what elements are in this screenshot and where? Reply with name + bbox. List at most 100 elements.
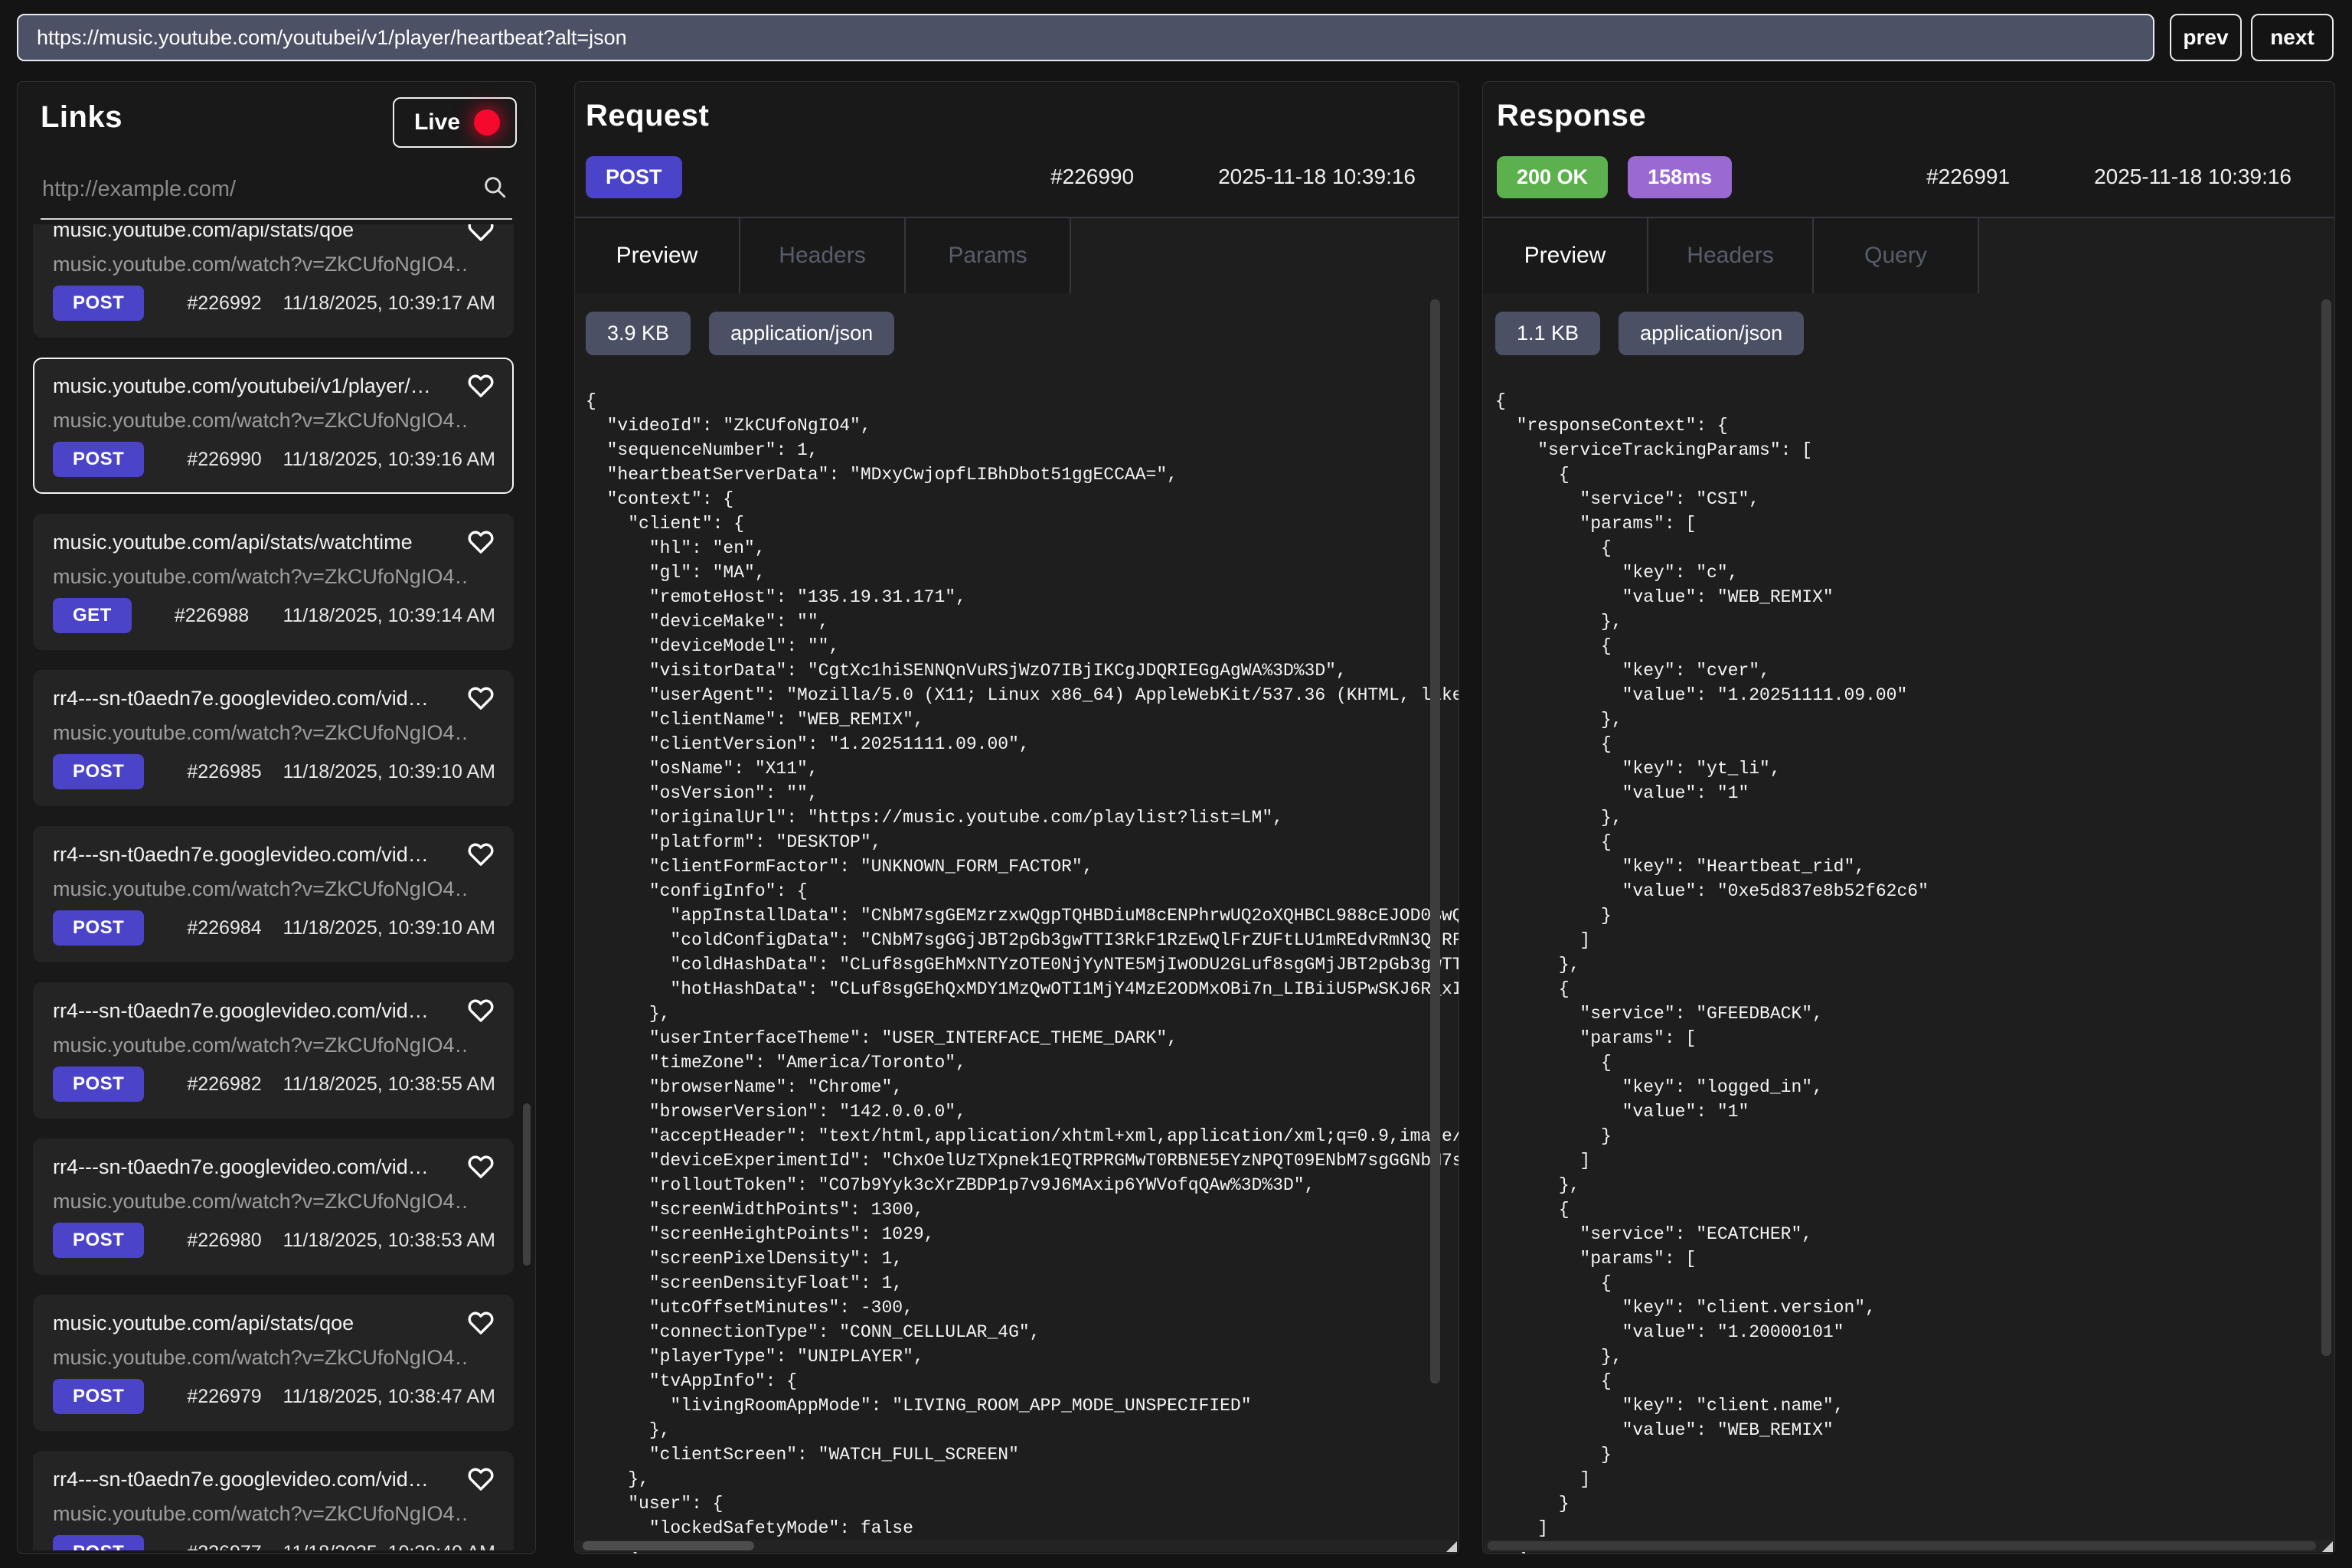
tab-preview[interactable]: Preview	[575, 218, 740, 295]
request-id: #226990	[1050, 165, 1134, 189]
method-badge: POST	[53, 910, 144, 946]
link-meta-row: GET #226988 11/18/2025, 10:39:14 AM	[53, 598, 500, 633]
link-card[interactable]: rr4---sn-t0aedn7e.googlevideo.com/vid… m…	[33, 1451, 514, 1550]
heart-icon[interactable]	[466, 373, 495, 399]
heart-icon[interactable]	[466, 841, 495, 867]
link-title: rr4---sn-t0aedn7e.googlevideo.com/vid…	[53, 843, 451, 867]
response-vertical-scrollbar-thumb[interactable]	[2321, 299, 2331, 1356]
method-badge: GET	[53, 598, 132, 633]
request-tabs: PreviewHeadersParams	[575, 217, 1459, 295]
response-size-badge: 1.1 KB	[1495, 312, 1600, 355]
link-search-input[interactable]	[41, 169, 445, 209]
link-card[interactable]: rr4---sn-t0aedn7e.googlevideo.com/vid… m…	[33, 826, 514, 962]
link-id: #226990	[187, 449, 261, 471]
response-content-type-badge: application/json	[1619, 312, 1804, 355]
request-vertical-scrollbar-thumb[interactable]	[1430, 299, 1440, 1383]
resize-grip-icon	[2322, 1541, 2333, 1552]
method-badge: POST	[53, 1067, 144, 1102]
request-horizontal-scrollbar[interactable]	[577, 1540, 1457, 1552]
link-card[interactable]: music.youtube.com/api/stats/qoe music.yo…	[33, 224, 514, 338]
tab-headers[interactable]: Headers	[740, 218, 906, 295]
link-timestamp: 11/18/2025, 10:38:47 AM	[283, 1386, 495, 1408]
link-card[interactable]: music.youtube.com/api/stats/qoe music.yo…	[33, 1295, 514, 1431]
link-id: #226977	[187, 1542, 261, 1551]
link-subtitle: music.youtube.com/watch?v=ZkCUfoNgIO4…	[53, 1346, 466, 1370]
link-timestamp: 11/18/2025, 10:39:10 AM	[283, 917, 495, 939]
heart-icon[interactable]	[466, 1466, 495, 1492]
link-subtitle: music.youtube.com/watch?v=ZkCUfoNgIO4…	[53, 1502, 466, 1526]
link-meta-row: POST #226985 11/18/2025, 10:39:10 AM	[53, 754, 500, 789]
method-badge: POST	[53, 1223, 144, 1258]
link-timestamp: 11/18/2025, 10:38:40 AM	[283, 1542, 495, 1551]
link-subtitle: music.youtube.com/watch?v=ZkCUfoNgIO4…	[53, 1190, 466, 1214]
response-preview-content: 1.1 KB application/json { "responseConte…	[1483, 293, 2334, 1553]
response-meta-badges: 1.1 KB application/json	[1495, 312, 2334, 355]
link-title: music.youtube.com/api/stats/qoe	[53, 1312, 451, 1335]
heart-icon[interactable]	[466, 998, 495, 1024]
links-panel-title: Links	[41, 100, 122, 135]
heart-icon[interactable]	[466, 1154, 495, 1180]
link-id: #226979	[187, 1386, 261, 1408]
method-badge: POST	[53, 286, 144, 321]
request-panel: Request POST #226990 2025-11-18 10:39:16…	[574, 81, 1459, 1554]
url-input[interactable]	[17, 14, 2154, 61]
link-id: #226984	[187, 917, 261, 939]
response-horizontal-scrollbar-thumb[interactable]	[1488, 1541, 2316, 1550]
link-search-row	[41, 162, 512, 220]
tab-preview[interactable]: Preview	[1483, 218, 1648, 295]
tab-row-filler	[1979, 218, 2334, 295]
heart-icon[interactable]	[466, 224, 495, 243]
link-card[interactable]: rr4---sn-t0aedn7e.googlevideo.com/vid… m…	[33, 670, 514, 806]
method-badge: POST	[53, 1379, 144, 1414]
link-meta-row: POST #226992 11/18/2025, 10:39:17 AM	[53, 286, 500, 321]
tab-params[interactable]: Params	[906, 218, 1071, 295]
link-id: #226980	[187, 1230, 261, 1252]
method-badge: POST	[53, 1535, 144, 1550]
heart-icon[interactable]	[466, 685, 495, 711]
request-content-type-badge: application/json	[709, 312, 894, 355]
link-title: rr4---sn-t0aedn7e.googlevideo.com/vid…	[53, 1155, 451, 1179]
link-timestamp: 11/18/2025, 10:39:17 AM	[283, 292, 495, 315]
link-timestamp: 11/18/2025, 10:39:10 AM	[283, 761, 495, 783]
link-card[interactable]: rr4---sn-t0aedn7e.googlevideo.com/vid… m…	[33, 982, 514, 1119]
tab-headers[interactable]: Headers	[1648, 218, 1814, 295]
links-scrollbar-thumb[interactable]	[523, 1103, 531, 1266]
link-timestamp: 11/18/2025, 10:38:55 AM	[283, 1073, 495, 1096]
link-meta-row: POST #226990 11/18/2025, 10:39:16 AM	[53, 442, 500, 477]
link-card[interactable]: music.youtube.com/youtubei/v1/player/… m…	[33, 358, 514, 494]
link-meta-row: POST #226977 11/18/2025, 10:38:40 AM	[53, 1535, 500, 1550]
method-badge: POST	[53, 754, 144, 789]
response-id: #226991	[1926, 165, 2010, 189]
live-toggle-button[interactable]: Live	[393, 97, 517, 148]
request-timestamp: 2025-11-18 10:39:16	[1218, 165, 1416, 189]
links-panel: Links Live music.youtube.com/api/stats/q…	[17, 81, 536, 1554]
link-card[interactable]: music.youtube.com/api/stats/watchtime mu…	[33, 514, 514, 650]
response-panel-title: Response	[1497, 99, 1646, 133]
link-timestamp: 11/18/2025, 10:39:14 AM	[283, 605, 495, 627]
heart-icon[interactable]	[466, 1310, 495, 1336]
response-tabs: PreviewHeadersQuery	[1483, 217, 2334, 295]
response-status-badge: 200 OK	[1497, 156, 1608, 198]
link-title: rr4---sn-t0aedn7e.googlevideo.com/vid…	[53, 687, 451, 710]
link-meta-row: POST #226984 11/18/2025, 10:39:10 AM	[53, 910, 500, 946]
heart-icon[interactable]	[466, 529, 495, 555]
response-duration-badge: 158ms	[1628, 156, 1732, 198]
search-icon[interactable]	[482, 174, 508, 200]
response-horizontal-scrollbar[interactable]	[1485, 1540, 2333, 1552]
response-panel: Response 200 OK 158ms #226991 2025-11-18…	[1482, 81, 2335, 1554]
request-preview-content: 3.9 KB application/json { "videoId": "Zk…	[575, 293, 1459, 1553]
next-button[interactable]: next	[2251, 14, 2334, 61]
link-meta-row: POST #226979 11/18/2025, 10:38:47 AM	[53, 1379, 500, 1414]
request-horizontal-scrollbar-thumb[interactable]	[583, 1541, 754, 1550]
link-id: #226992	[187, 292, 261, 315]
link-card[interactable]: rr4---sn-t0aedn7e.googlevideo.com/vid… m…	[33, 1138, 514, 1275]
tab-query[interactable]: Query	[1814, 218, 1979, 295]
link-id: #226988	[175, 605, 249, 627]
prev-button[interactable]: prev	[2170, 14, 2242, 61]
link-title: music.youtube.com/api/stats/watchtime	[53, 531, 451, 554]
links-list: music.youtube.com/api/stats/qoe music.yo…	[33, 224, 514, 1550]
link-title: music.youtube.com/youtubei/v1/player/…	[53, 374, 451, 398]
link-meta-row: POST #226982 11/18/2025, 10:38:55 AM	[53, 1067, 500, 1102]
link-title: rr4---sn-t0aedn7e.googlevideo.com/vid…	[53, 1468, 451, 1491]
request-method-badge: POST	[586, 156, 682, 198]
